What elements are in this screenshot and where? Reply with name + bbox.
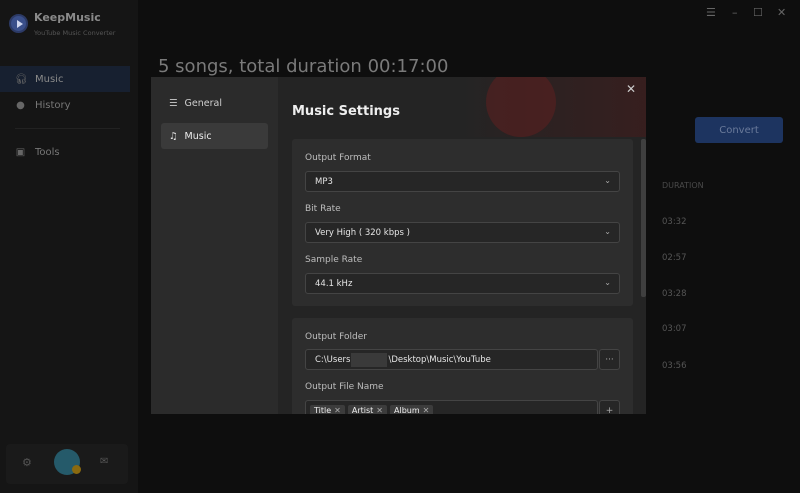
tag-artist[interactable]: Artist ✕ bbox=[347, 405, 387, 414]
nav-label: Music bbox=[184, 130, 212, 142]
scrollbar[interactable] bbox=[641, 139, 646, 297]
output-card: Output Folder C:\Users \Desktop\Music\You… bbox=[292, 318, 633, 414]
chevron-down-icon: ⌄ bbox=[604, 227, 611, 236]
duration: 02:57 bbox=[662, 253, 687, 263]
settings-dialog: ☰ General ♫ Music Music Settings ✕ Output … bbox=[151, 77, 646, 414]
app-name: KeepMusic bbox=[34, 11, 101, 24]
select-value: Very High ( 320 kbps ) bbox=[315, 227, 410, 238]
sliders-icon: ☰ bbox=[169, 97, 178, 109]
file-name-tags-input[interactable]: Title ✕ Artist ✕ Album ✕ bbox=[305, 400, 598, 414]
sample-rate-label: Sample Rate bbox=[305, 255, 363, 265]
format-card: Output Format MP3 ⌄ Bit Rate Very High ( … bbox=[292, 139, 633, 306]
browse-folder-button[interactable]: ··· bbox=[599, 349, 620, 370]
duration: 03:56 bbox=[662, 361, 687, 371]
output-folder-input[interactable]: C:\Users \Desktop\Music\YouTube bbox=[305, 349, 598, 370]
menu-icon[interactable]: ☰ bbox=[706, 6, 716, 19]
premium-badge-icon bbox=[72, 465, 81, 474]
page-title: 5 songs, total duration 00:17:00 bbox=[158, 56, 449, 77]
music-note-icon: ♫ bbox=[169, 130, 178, 142]
output-format-select[interactable]: MP3 ⌄ bbox=[305, 171, 620, 192]
sidebar-item-tools[interactable]: ▣ Tools bbox=[0, 139, 130, 165]
select-value: 44.1 kHz bbox=[315, 278, 353, 289]
sidebar: KeepMusic YouTube Music Converter 🎧︎ Musi… bbox=[0, 0, 138, 493]
settings-gear-icon[interactable]: ⚙ bbox=[22, 456, 32, 469]
tag-title[interactable]: Title ✕ bbox=[310, 405, 345, 414]
settings-nav-general[interactable]: ☰ General bbox=[161, 90, 268, 116]
add-tag-button[interactable]: + bbox=[599, 400, 620, 414]
path-suffix: \Desktop\Music\YouTube bbox=[388, 354, 491, 365]
duration: 03:07 bbox=[662, 324, 687, 334]
duration-header: DURATION bbox=[662, 181, 704, 190]
tag-label: Artist bbox=[351, 406, 374, 414]
clock-icon: ● bbox=[16, 99, 25, 111]
settings-nav: ☰ General ♫ Music bbox=[151, 77, 278, 414]
divider bbox=[15, 128, 120, 129]
chevron-down-icon: ⌄ bbox=[604, 176, 611, 185]
output-format-label: Output Format bbox=[305, 153, 371, 163]
sample-rate-select[interactable]: 44.1 kHz ⌄ bbox=[305, 273, 620, 294]
mail-icon[interactable]: ✉ bbox=[100, 456, 108, 467]
app-logo-icon bbox=[9, 14, 28, 33]
close-window-icon[interactable]: ✕ bbox=[777, 6, 786, 19]
remove-tag-icon[interactable]: ✕ bbox=[334, 406, 341, 414]
maximize-icon[interactable]: ☐ bbox=[753, 6, 763, 19]
sidebar-item-label: Music bbox=[35, 73, 64, 85]
sidebar-item-label: Tools bbox=[35, 146, 60, 158]
dialog-title: Music Settings bbox=[292, 104, 400, 119]
settings-nav-music[interactable]: ♫ Music bbox=[161, 123, 268, 149]
bit-rate-label: Bit Rate bbox=[305, 204, 341, 214]
tag-label: Album bbox=[394, 406, 420, 414]
sidebar-item-label: History bbox=[35, 99, 71, 111]
sidebar-item-music[interactable]: 🎧︎ Music bbox=[0, 66, 130, 92]
close-dialog-icon[interactable]: ✕ bbox=[626, 82, 636, 96]
bit-rate-select[interactable]: Very High ( 320 kbps ) ⌄ bbox=[305, 222, 620, 243]
convert-button[interactable]: Convert bbox=[695, 117, 783, 143]
select-value: MP3 bbox=[315, 176, 333, 187]
headphones-icon: 🎧︎ bbox=[15, 73, 28, 85]
redacted-username bbox=[351, 352, 388, 367]
output-file-name-label: Output File Name bbox=[305, 382, 384, 392]
sidebar-item-history[interactable]: ● History bbox=[0, 92, 130, 118]
tag-label: Title bbox=[314, 406, 332, 414]
remove-tag-icon[interactable]: ✕ bbox=[376, 406, 383, 414]
output-folder-label: Output Folder bbox=[305, 332, 367, 342]
app-subtitle: YouTube Music Converter bbox=[34, 29, 116, 37]
chevron-down-icon: ⌄ bbox=[604, 278, 611, 287]
remove-tag-icon[interactable]: ✕ bbox=[423, 406, 430, 414]
toolbox-icon: ▣ bbox=[15, 146, 26, 158]
nav-label: General bbox=[184, 97, 222, 109]
tag-album[interactable]: Album ✕ bbox=[390, 405, 434, 414]
duration: 03:28 bbox=[662, 289, 687, 299]
path-prefix: C:\Users bbox=[315, 354, 351, 365]
duration: 03:32 bbox=[662, 217, 687, 227]
minimize-icon[interactable]: – bbox=[732, 6, 738, 19]
